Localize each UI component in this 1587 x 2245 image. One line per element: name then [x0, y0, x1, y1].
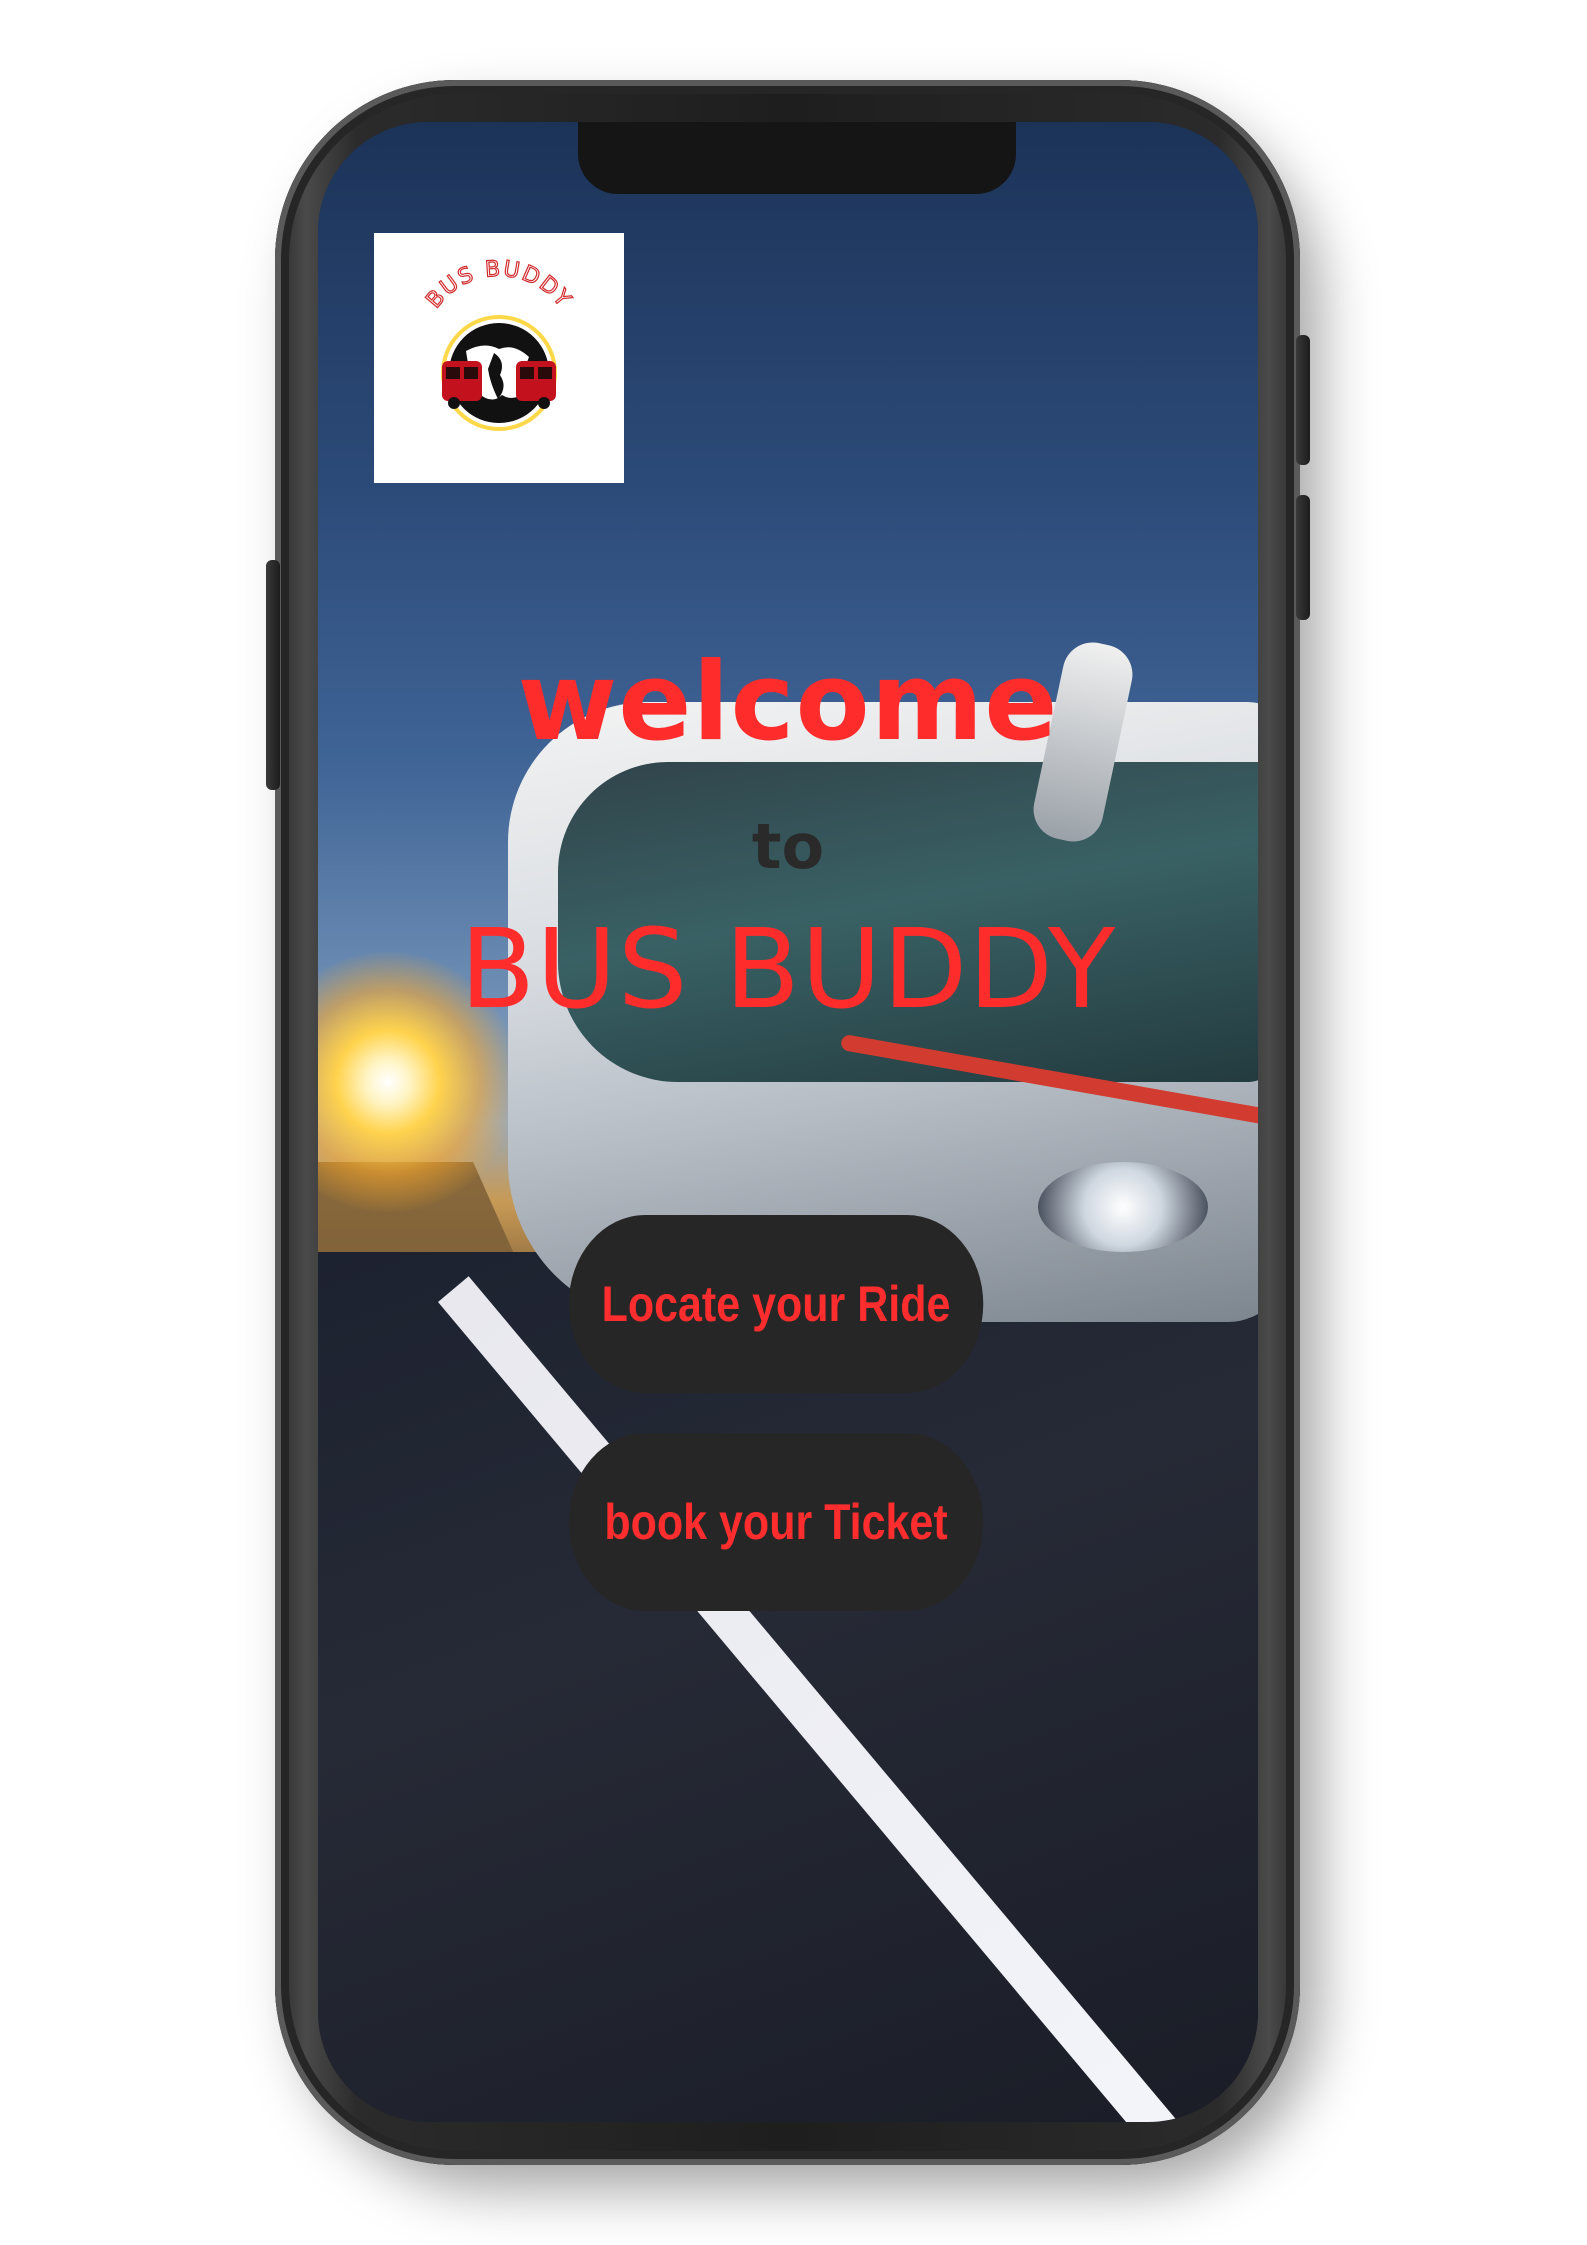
app-logo: BUS BUDDY	[374, 233, 624, 483]
globe-bus-logo-icon: BUS BUDDY	[421, 256, 577, 431]
to-text: to	[751, 810, 825, 883]
power-button-top	[1296, 335, 1310, 465]
mockup-canvas: BUS BUDDY welcome to BUS BUDDY Locate yo…	[0, 0, 1587, 2245]
welcome-heading: welcome	[517, 640, 1059, 765]
volume-button	[266, 560, 280, 790]
phone-notch	[578, 122, 1016, 194]
locate-ride-button[interactable]: Locate your Ride	[568, 1215, 984, 1393]
bus-headlight	[1038, 1162, 1208, 1252]
logo-text: BUS BUDDY	[421, 256, 575, 314]
brand-title: BUS BUDDY	[459, 905, 1117, 1033]
book-ticket-button[interactable]: book your Ticket	[568, 1433, 984, 1611]
power-button-bottom	[1296, 495, 1310, 620]
svg-text:BUS BUDDY: BUS BUDDY	[422, 257, 577, 313]
